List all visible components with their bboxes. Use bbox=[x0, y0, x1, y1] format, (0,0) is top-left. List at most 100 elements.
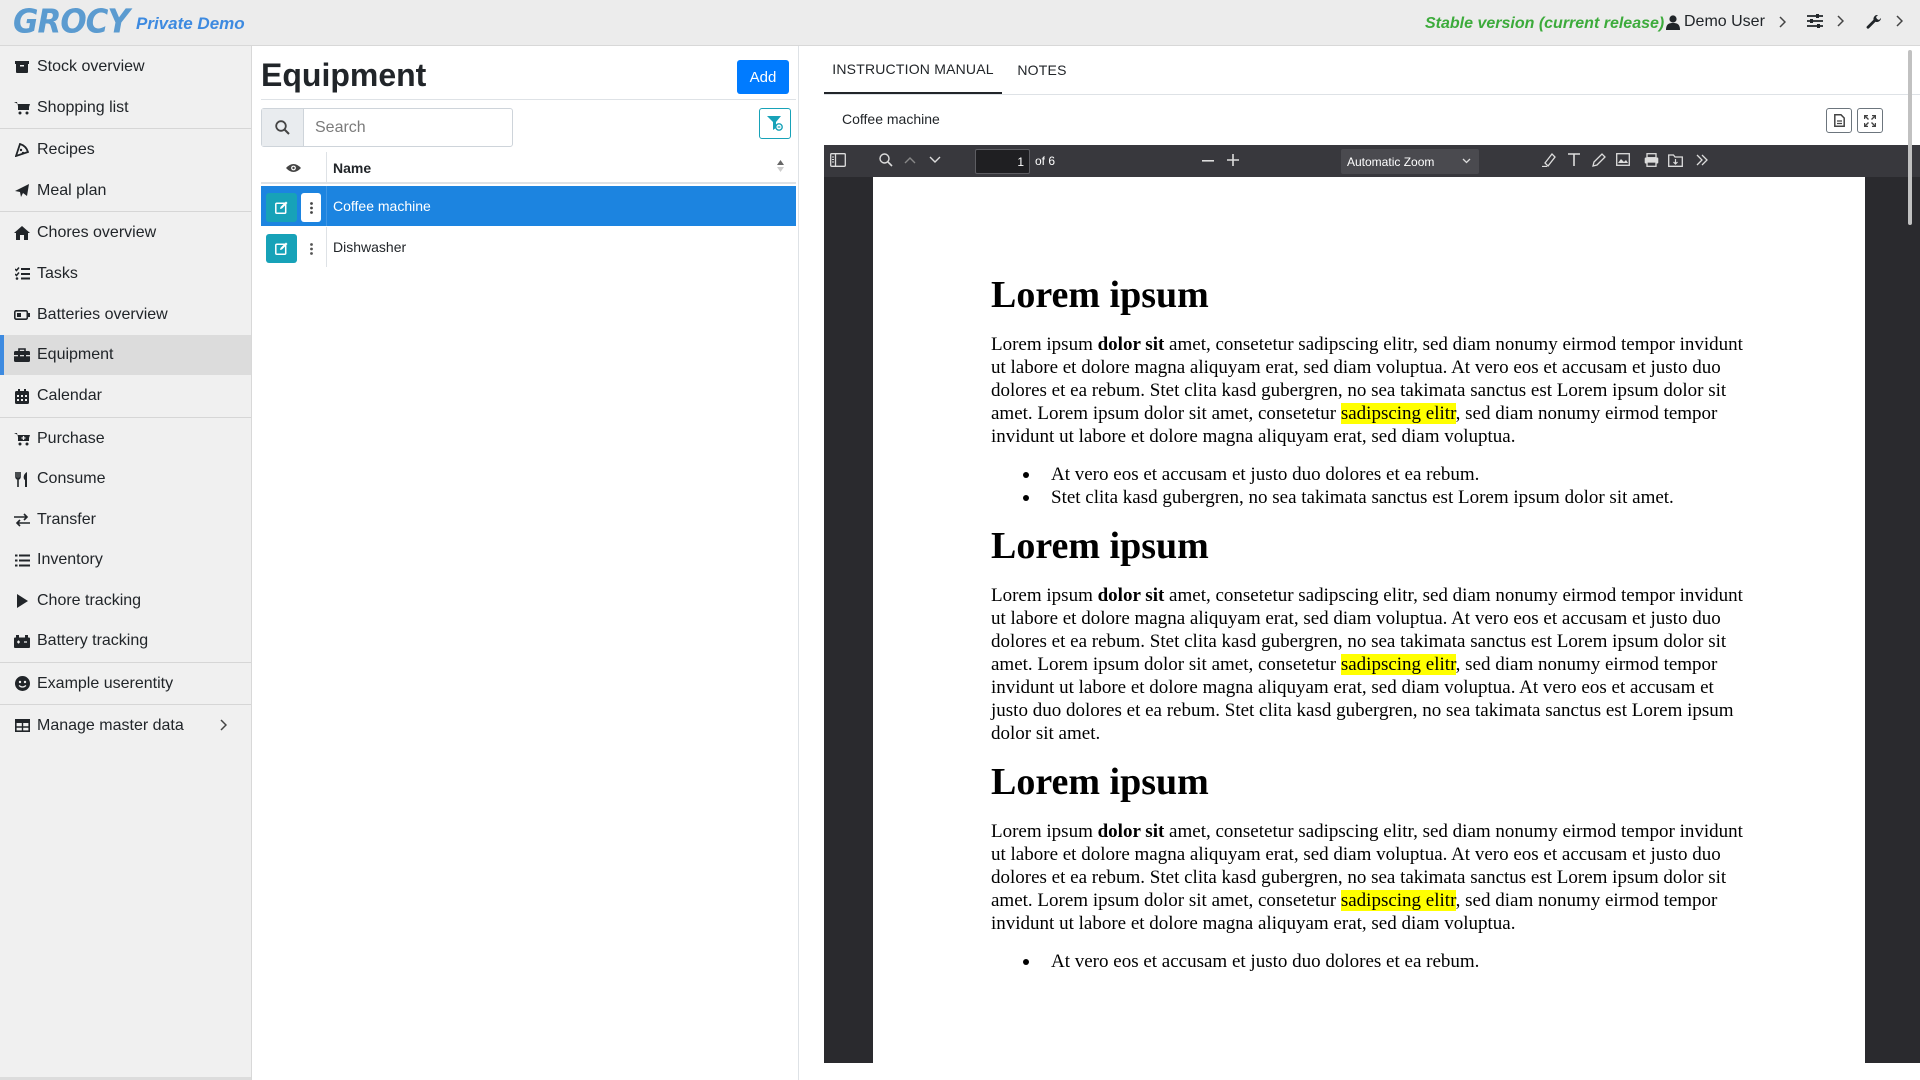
sidebar-item-shopping-list[interactable]: Shopping list bbox=[0, 87, 251, 128]
fullscreen-button[interactable] bbox=[1857, 108, 1883, 133]
instance-subtitle: Private Demo bbox=[136, 14, 245, 33]
sidebar-item-label: Calendar bbox=[37, 387, 102, 404]
pdf-bullet: Stet clita kasd gubergren, no sea takima… bbox=[991, 486, 1751, 509]
sidebar-item-chores-overview[interactable]: Chores overview bbox=[0, 212, 251, 253]
chevron-right-icon[interactable] bbox=[1896, 15, 1903, 27]
smile-icon bbox=[14, 676, 30, 692]
pdf-page-content: Lorem ipsum Lorem ipsum dolor sit amet, … bbox=[991, 177, 1751, 973]
pdf-bullet: At vero eos et accusam et justo duo dolo… bbox=[991, 950, 1751, 973]
tab-instruction-manual[interactable]: INSTRUCTION MANUAL bbox=[824, 46, 1002, 94]
tasks-icon bbox=[14, 266, 30, 282]
zoom-out-icon[interactable] bbox=[1202, 160, 1214, 162]
toolbox-icon bbox=[14, 347, 30, 363]
sidebar-item-meal-plan[interactable]: Meal plan bbox=[0, 170, 251, 211]
sidebar-item-label: Inventory bbox=[37, 551, 103, 568]
tab-notes[interactable]: NOTES bbox=[1010, 46, 1074, 94]
search-input[interactable] bbox=[304, 109, 504, 146]
wrench-icon[interactable] bbox=[1866, 14, 1882, 30]
pdf-bullet-list: At vero eos et accusam et justo duo dolo… bbox=[991, 463, 1751, 509]
page-title: Equipment bbox=[261, 57, 427, 93]
sidebar-item-transfer[interactable]: Transfer bbox=[0, 499, 251, 540]
more-vertical-icon bbox=[309, 201, 313, 214]
sidebar-item-consume[interactable]: Consume bbox=[0, 459, 251, 499]
text-highlight: sadipscing elitr bbox=[1340, 403, 1456, 424]
add-button[interactable]: Add bbox=[737, 60, 789, 94]
sidebar-item-batteries-overview[interactable]: Batteries overview bbox=[0, 294, 251, 335]
filter-icon bbox=[767, 116, 783, 131]
open-document-button[interactable] bbox=[1826, 108, 1852, 133]
settings-sliders-icon[interactable] bbox=[1807, 14, 1823, 28]
zoom-in-icon[interactable] bbox=[1227, 154, 1239, 166]
chevron-right-icon[interactable] bbox=[1837, 15, 1844, 27]
file-icon bbox=[1833, 114, 1845, 127]
sort-indicator-icon[interactable] bbox=[777, 160, 784, 172]
version-link[interactable]: Stable version (current release) bbox=[1425, 15, 1664, 33]
expand-icon bbox=[1864, 114, 1876, 127]
home-icon bbox=[14, 225, 30, 241]
text-highlight: sadipscing elitr bbox=[1340, 890, 1456, 911]
sidebar-item-label: Meal plan bbox=[37, 181, 107, 199]
column-header-name[interactable]: Name bbox=[333, 160, 371, 176]
table-header: Name bbox=[261, 152, 796, 184]
print-icon[interactable] bbox=[1644, 153, 1659, 167]
sidebar-item-battery-tracking[interactable]: Battery tracking bbox=[0, 621, 251, 661]
sidebar-item-label: Purchase bbox=[37, 429, 105, 447]
pdf-paragraph: Lorem ipsum dolor sit amet, consetetur s… bbox=[991, 585, 1743, 744]
pdf-bullet-list: At vero eos et accusam et justo duo dolo… bbox=[991, 950, 1751, 973]
more-tools-icon[interactable] bbox=[1696, 154, 1708, 166]
sidebar-item-label: Example userentity bbox=[37, 674, 174, 692]
text-tool-icon[interactable] bbox=[1568, 153, 1580, 166]
pdf-heading: Lorem ipsum bbox=[991, 274, 1209, 316]
sidebar-item-calendar[interactable]: Calendar bbox=[0, 376, 251, 416]
zoom-select[interactable]: Automatic Zoom bbox=[1341, 149, 1479, 174]
shopping-cart-icon bbox=[14, 100, 30, 116]
zoom-value: Automatic Zoom bbox=[1347, 154, 1435, 169]
next-page-icon[interactable] bbox=[929, 156, 941, 164]
column-visibility-toggle[interactable] bbox=[261, 152, 327, 184]
chevron-right-icon bbox=[1779, 16, 1786, 28]
sidebar-item-label: Battery tracking bbox=[37, 632, 149, 649]
page-number-input[interactable]: 1 bbox=[975, 149, 1030, 174]
pdf-bullet: At vero eos et accusam et justo duo dolo… bbox=[991, 463, 1751, 486]
equipment-name: Dishwasher bbox=[333, 239, 407, 255]
sidebar-item-purchase[interactable]: Purchase bbox=[0, 418, 251, 459]
search-icon[interactable] bbox=[879, 153, 893, 167]
table-row[interactable]: Coffee machine bbox=[261, 186, 796, 226]
sidebar-item-label: Manage master data bbox=[37, 716, 184, 734]
more-vertical-icon bbox=[309, 242, 313, 255]
row-menu-button[interactable] bbox=[301, 234, 321, 263]
download-icon[interactable] bbox=[1668, 153, 1683, 167]
sidebar-item-example-userentity[interactable]: Example userentity bbox=[0, 663, 251, 704]
sidebar-toggle-icon[interactable] bbox=[830, 153, 846, 167]
pdf-toolbar: 1 of 6 Automatic Zoom bbox=[824, 145, 1920, 177]
document-title: Coffee machine bbox=[842, 111, 940, 127]
calendar-icon bbox=[14, 388, 30, 404]
sidebar-item-label: Tasks bbox=[37, 264, 78, 282]
filter-toggle-button[interactable] bbox=[759, 108, 791, 139]
edit-button[interactable] bbox=[266, 234, 297, 263]
exchange-icon bbox=[14, 512, 30, 528]
sidebar-item-equipment[interactable]: Equipment bbox=[0, 335, 251, 375]
image-icon[interactable] bbox=[1616, 153, 1630, 166]
sidebar-item-label: Stock overview bbox=[37, 57, 145, 75]
highlight-icon[interactable] bbox=[1542, 153, 1556, 167]
sidebar-item-inventory[interactable]: Inventory bbox=[0, 540, 251, 580]
sidebar-item-tasks[interactable]: Tasks bbox=[0, 253, 251, 294]
sidebar: Stock overview Shopping list Recipes Mea… bbox=[0, 46, 252, 1080]
sidebar-item-recipes[interactable]: Recipes bbox=[0, 129, 251, 170]
edit-button[interactable] bbox=[266, 193, 297, 222]
sidebar-item-manage-master-data[interactable]: Manage master data bbox=[0, 705, 251, 746]
previous-page-icon[interactable] bbox=[904, 156, 916, 164]
page-scrollbar[interactable] bbox=[1908, 50, 1912, 225]
sidebar-item-chore-tracking[interactable]: Chore tracking bbox=[0, 580, 251, 621]
sidebar-item-label: Batteries overview bbox=[37, 305, 168, 323]
grocy-logo[interactable]: GROCY bbox=[13, 3, 130, 41]
page-count: of 6 bbox=[1035, 154, 1056, 168]
user-menu[interactable]: Demo User bbox=[1666, 13, 1786, 31]
sidebar-item-stock-overview[interactable]: Stock overview bbox=[0, 47, 251, 86]
edit-icon bbox=[275, 242, 288, 255]
box-icon bbox=[14, 59, 30, 75]
row-menu-button[interactable] bbox=[301, 193, 321, 222]
draw-icon[interactable] bbox=[1592, 153, 1606, 167]
table-row[interactable]: Dishwasher bbox=[261, 227, 796, 267]
